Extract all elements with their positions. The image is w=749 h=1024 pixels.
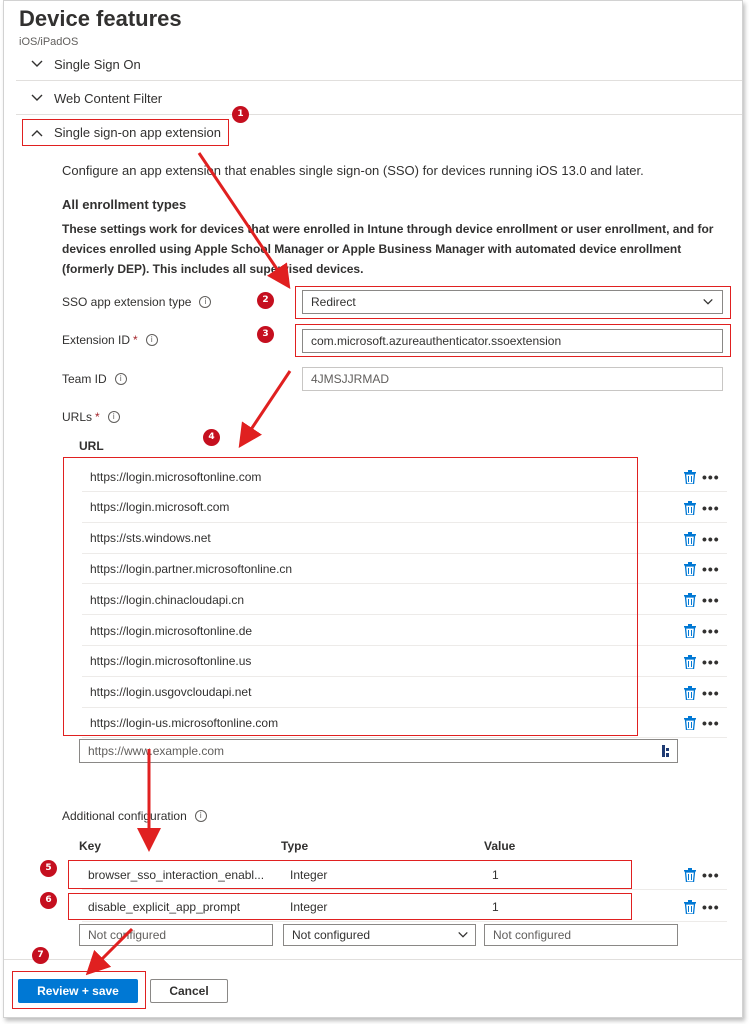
url-row-actions: ••• bbox=[684, 716, 720, 731]
chevron-down-icon bbox=[31, 60, 43, 67]
info-icon[interactable]: i bbox=[114, 373, 127, 385]
label-text: URLs bbox=[62, 410, 93, 424]
new-config-value-input[interactable]: Not configured bbox=[484, 924, 678, 946]
config-row-actions: ••• bbox=[684, 868, 720, 882]
new-config-key-input[interactable]: Not configured bbox=[79, 924, 273, 946]
callout-badge-3: 3 bbox=[257, 326, 274, 343]
url-row-actions: ••• bbox=[684, 593, 720, 608]
key-column-header: Key bbox=[79, 839, 102, 853]
trash-icon[interactable] bbox=[684, 531, 696, 546]
new-config-type-dropdown[interactable]: Not configured bbox=[283, 924, 476, 946]
chevron-down-icon bbox=[31, 94, 43, 101]
callout-badge-1: 1 bbox=[232, 106, 249, 123]
url-row-actions: ••• bbox=[684, 685, 720, 700]
required-marker: * bbox=[95, 410, 100, 424]
more-options-icon[interactable]: ••• bbox=[702, 900, 720, 914]
trash-icon[interactable] bbox=[684, 593, 696, 608]
trash-icon[interactable] bbox=[684, 716, 696, 731]
input-placeholder: Not configured bbox=[88, 928, 167, 942]
label-text: Extension ID bbox=[62, 333, 131, 347]
more-options-icon[interactable]: ••• bbox=[702, 624, 720, 638]
enrollment-description: These settings work for devices that wer… bbox=[62, 222, 714, 276]
callout-box-2 bbox=[295, 286, 731, 319]
input-placeholder: Not configured bbox=[493, 928, 572, 942]
chevron-down-icon bbox=[458, 932, 468, 938]
page-title: Device features bbox=[19, 6, 182, 31]
trash-icon[interactable] bbox=[684, 654, 696, 669]
sso-type-label: SSO app extension type i bbox=[62, 295, 212, 309]
more-options-icon[interactable]: ••• bbox=[702, 593, 720, 607]
trash-icon[interactable] bbox=[684, 685, 696, 700]
more-options-icon[interactable]: ••• bbox=[702, 716, 720, 730]
dropdown-value: Not configured bbox=[292, 928, 371, 942]
callout-box-5 bbox=[68, 860, 632, 889]
trash-icon[interactable] bbox=[684, 470, 696, 484]
section-web-content-filter[interactable]: Web Content Filter bbox=[16, 82, 742, 115]
section-label: Single Sign On bbox=[54, 56, 141, 72]
more-options-icon[interactable]: ••• bbox=[702, 470, 720, 484]
callout-box-6 bbox=[68, 893, 632, 920]
callout-box-1 bbox=[22, 119, 229, 146]
blade-frame: Device features iOS/iPadOS Single Sign O… bbox=[3, 0, 743, 1018]
new-url-input[interactable]: https://www.example.com bbox=[79, 739, 678, 763]
url-row-actions: ••• bbox=[684, 500, 720, 515]
callout-badge-5: 5 bbox=[40, 860, 57, 877]
callout-badge-7: 7 bbox=[32, 947, 49, 964]
label-text: Team ID bbox=[62, 372, 107, 386]
url-row-actions: ••• bbox=[684, 531, 720, 546]
value-column-header: Value bbox=[484, 839, 516, 853]
url-row-actions: ••• bbox=[684, 654, 720, 669]
team-id-label: Team ID i bbox=[62, 372, 127, 386]
trash-icon[interactable] bbox=[684, 624, 696, 638]
trash-icon[interactable] bbox=[684, 500, 696, 515]
arrow-3-to-4 bbox=[238, 370, 292, 448]
info-icon[interactable]: i bbox=[145, 334, 158, 346]
url-column-header: URL bbox=[79, 439, 104, 453]
url-row-actions: ••• bbox=[684, 470, 720, 484]
label-text: SSO app extension type bbox=[62, 295, 192, 309]
callout-box-4 bbox=[63, 457, 638, 736]
callout-box-3 bbox=[295, 324, 731, 357]
callout-badge-4: 4 bbox=[203, 429, 220, 446]
more-options-icon[interactable]: ••• bbox=[702, 562, 720, 576]
more-options-icon[interactable]: ••• bbox=[702, 686, 720, 700]
callout-badge-6: 6 bbox=[40, 892, 57, 909]
team-id-input[interactable]: 4JMSJJRMAD bbox=[302, 367, 723, 391]
page-subtitle: iOS/iPadOS bbox=[19, 36, 79, 48]
label-text: Additional configuration bbox=[62, 809, 187, 823]
callout-box-7 bbox=[12, 971, 146, 1009]
more-options-icon[interactable]: ••• bbox=[702, 501, 720, 515]
trash-icon[interactable] bbox=[684, 562, 696, 577]
input-placeholder: https://www.example.com bbox=[88, 744, 225, 758]
extension-id-label: Extension ID * i bbox=[62, 333, 158, 347]
info-icon[interactable]: i bbox=[199, 296, 212, 308]
required-marker: * bbox=[133, 333, 138, 347]
password-manager-icon[interactable] bbox=[661, 744, 671, 758]
section-label: Web Content Filter bbox=[54, 90, 163, 106]
input-value: 4JMSJJRMAD bbox=[311, 372, 390, 386]
type-column-header: Type bbox=[281, 839, 309, 853]
url-row-actions: ••• bbox=[684, 562, 720, 577]
enrollment-heading: All enrollment types bbox=[62, 197, 187, 212]
urls-label: URLs * i bbox=[62, 410, 120, 424]
more-options-icon[interactable]: ••• bbox=[702, 868, 720, 882]
cancel-button[interactable]: Cancel bbox=[150, 979, 228, 1003]
trash-icon[interactable] bbox=[684, 868, 696, 882]
section-single-sign-on[interactable]: Single Sign On bbox=[16, 48, 742, 81]
info-icon[interactable]: i bbox=[194, 810, 207, 822]
url-row-actions: ••• bbox=[684, 624, 720, 638]
trash-icon[interactable] bbox=[684, 900, 696, 914]
more-options-icon[interactable]: ••• bbox=[702, 655, 720, 669]
info-icon[interactable]: i bbox=[107, 411, 120, 423]
footer-divider bbox=[4, 959, 742, 960]
config-row-actions: ••• bbox=[684, 900, 720, 914]
additional-config-label: Additional configuration i bbox=[62, 809, 207, 823]
section-description: Configure an app extension that enables … bbox=[62, 163, 644, 178]
more-options-icon[interactable]: ••• bbox=[702, 532, 720, 546]
callout-badge-2: 2 bbox=[257, 292, 274, 309]
